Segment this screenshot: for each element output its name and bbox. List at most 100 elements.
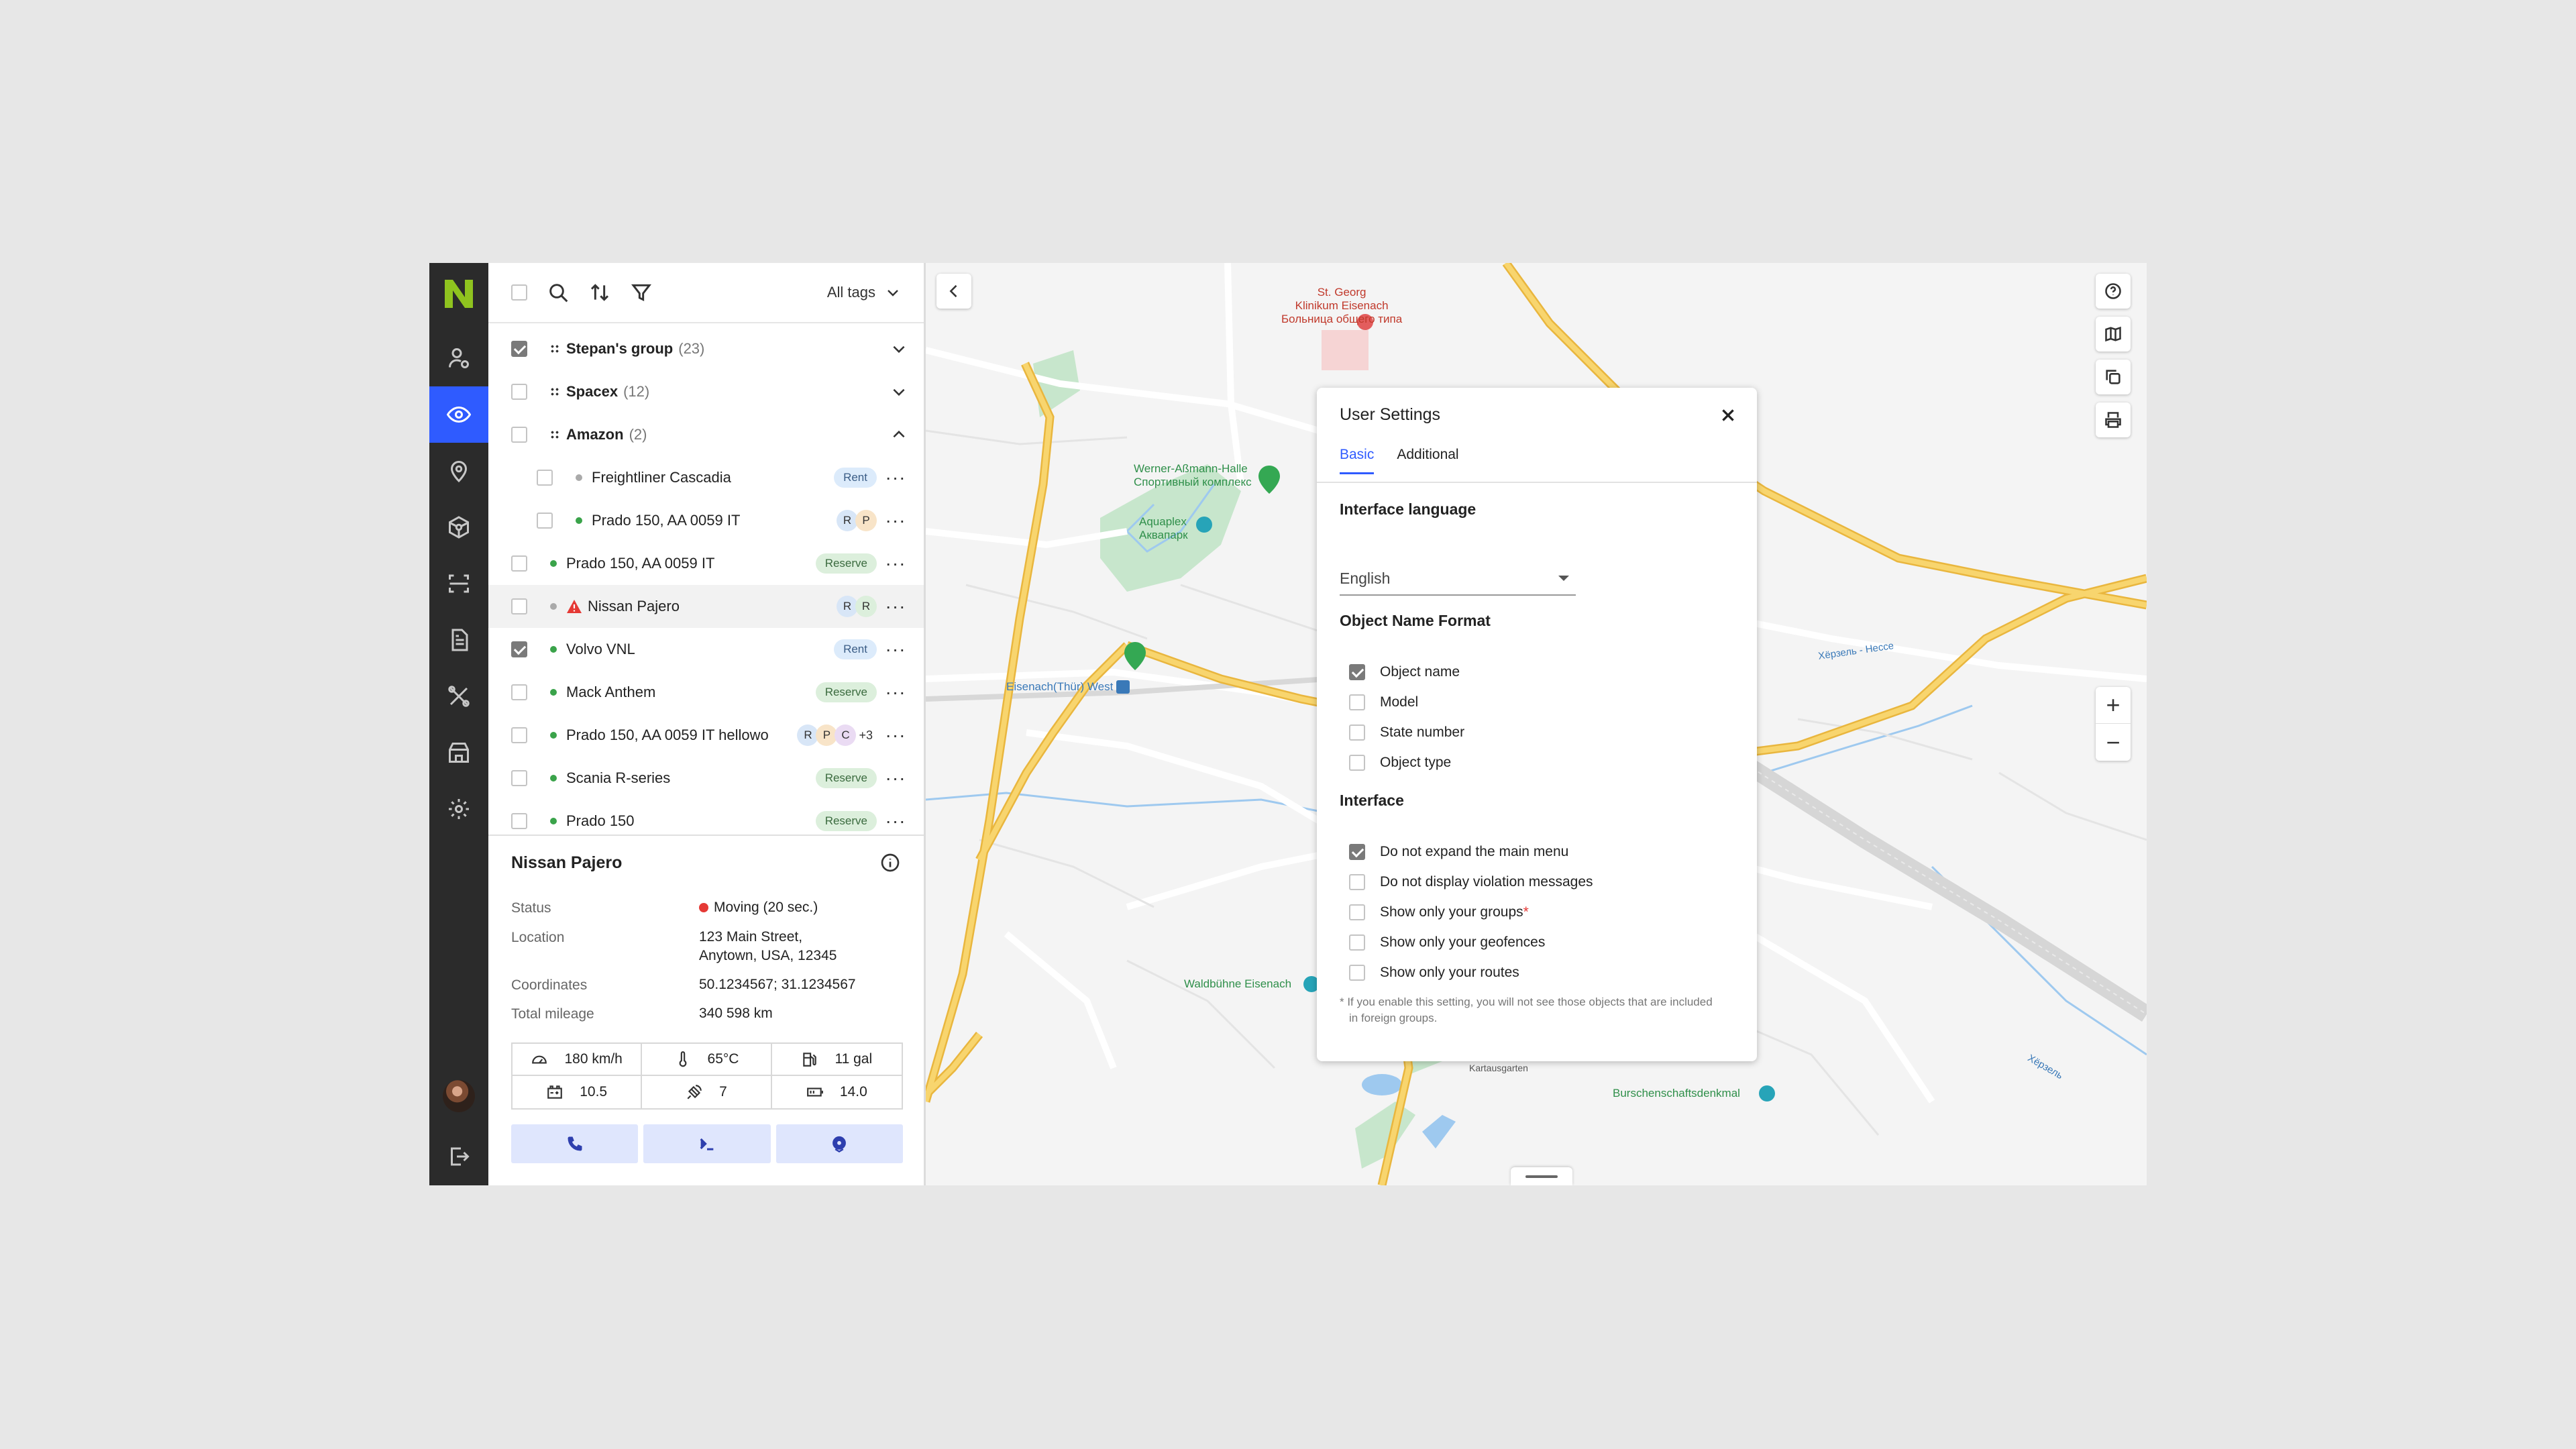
store-menu-item[interactable] <box>429 724 488 781</box>
group-checkbox[interactable] <box>511 341 527 357</box>
only-your-routes-checkbox[interactable] <box>1349 965 1365 981</box>
drag-handle-icon[interactable] <box>550 344 559 354</box>
bottom-drawer-handle[interactable] <box>1511 1167 1572 1185</box>
state-number-checkbox[interactable] <box>1349 724 1365 741</box>
expand-button[interactable] <box>890 383 908 400</box>
zoom-in-button[interactable]: + <box>2096 687 2131 724</box>
object-row[interactable]: Prado 150, AA 0059 IT R P ··· <box>488 499 924 542</box>
object-name: Prado 150 <box>566 812 635 829</box>
copy-button[interactable] <box>2096 360 2131 394</box>
do-not-expand-menu-checkbox[interactable] <box>1349 844 1365 860</box>
group-row[interactable]: Amazon (2) <box>488 413 924 456</box>
object-name-checkbox[interactable] <box>1349 664 1365 680</box>
object-checkbox[interactable] <box>511 555 527 572</box>
info-icon[interactable] <box>879 852 901 873</box>
object-checkbox[interactable] <box>511 641 527 657</box>
tab-additional[interactable]: Additional <box>1397 447 1458 474</box>
option-only-your-groups[interactable]: Show only your groups* <box>1349 904 1529 920</box>
location-value: 123 Main Street, Anytown, USA, 12345 <box>699 928 837 965</box>
only-your-groups-checkbox[interactable] <box>1349 904 1365 920</box>
settings-menu-item[interactable] <box>429 781 488 837</box>
object-row[interactable]: Volvo VNL Rent ··· <box>488 628 924 671</box>
object-row-selected[interactable]: Nissan Pajero R R ··· <box>488 585 924 628</box>
option-only-your-geofences[interactable]: Show only your geofences <box>1349 934 1545 951</box>
more-options-button[interactable]: ··· <box>883 554 908 573</box>
drag-handle-icon[interactable] <box>550 430 559 439</box>
group-count: (23) <box>678 340 705 357</box>
model-checkbox[interactable] <box>1349 694 1365 710</box>
map-label-kartausgarten: Kartausgarten <box>1469 1063 1528 1073</box>
command-button[interactable] <box>643 1124 771 1163</box>
tags-dropdown-label: All tags <box>826 284 875 301</box>
more-options-button[interactable]: ··· <box>883 597 908 616</box>
locate-button[interactable] <box>775 1124 903 1163</box>
hide-violations-checkbox[interactable] <box>1349 874 1365 890</box>
more-options-button[interactable]: ··· <box>883 640 908 659</box>
help-button[interactable] <box>2096 274 2131 309</box>
reports-menu-item[interactable] <box>429 612 488 668</box>
drivers-menu-item[interactable] <box>429 499 488 555</box>
collapse-panel-button[interactable] <box>936 274 971 309</box>
object-checkbox[interactable] <box>537 513 553 529</box>
scan-menu-item[interactable] <box>429 555 488 612</box>
more-options-button[interactable]: ··· <box>883 726 908 745</box>
object-row[interactable]: Prado 150 Reserve ··· <box>488 800 924 833</box>
group-checkbox[interactable] <box>511 384 527 400</box>
more-options-button[interactable]: ··· <box>883 468 908 487</box>
more-options-button[interactable]: ··· <box>883 511 908 530</box>
speed-stat: 180 km/h <box>513 1044 643 1076</box>
option-object-type[interactable]: Object type <box>1349 755 1451 771</box>
zoom-out-button[interactable]: − <box>2096 724 2131 761</box>
only-your-geofences-checkbox[interactable] <box>1349 934 1365 951</box>
object-row[interactable]: Prado 150, AA 0059 IT hellowo R P C +3 ·… <box>488 714 924 757</box>
fuel-stat: 11 gal <box>771 1044 902 1076</box>
close-icon[interactable] <box>1719 407 1737 424</box>
sort-button[interactable] <box>589 282 610 303</box>
logout-menu-item[interactable] <box>429 1128 488 1185</box>
group-checkbox[interactable] <box>511 427 527 443</box>
option-hide-violations[interactable]: Do not display violation messages <box>1349 874 1593 890</box>
fuel-pump-icon <box>803 1053 817 1067</box>
object-row[interactable]: Scania R-series Reserve ··· <box>488 757 924 800</box>
geofences-menu-item[interactable] <box>429 443 488 499</box>
drag-handle-icon[interactable] <box>550 387 559 396</box>
search-button[interactable] <box>547 282 569 303</box>
language-select[interactable]: English <box>1340 562 1576 596</box>
print-button[interactable] <box>2096 402 2131 437</box>
more-options-button[interactable]: ··· <box>883 812 908 830</box>
collapse-button[interactable] <box>890 426 908 443</box>
language-section-title: Interface language <box>1340 500 1477 518</box>
more-options-button[interactable]: ··· <box>883 683 908 702</box>
object-checkbox[interactable] <box>511 727 527 743</box>
object-checkbox[interactable] <box>511 684 527 700</box>
map-layers-button[interactable] <box>2096 317 2131 352</box>
object-checkbox[interactable] <box>511 770 527 786</box>
object-type-checkbox[interactable] <box>1349 755 1365 771</box>
filter-button[interactable] <box>631 282 652 303</box>
group-row[interactable]: Stepan's group (23) <box>488 327 924 370</box>
option-object-name[interactable]: Object name <box>1349 664 1460 680</box>
object-row[interactable]: Prado 150, AA 0059 IT Reserve ··· <box>488 542 924 585</box>
map-view[interactable]: St. Georg Klinikum Eisenach Больница общ… <box>926 263 2147 1185</box>
tab-basic[interactable]: Basic <box>1340 447 1375 474</box>
battery-stat: 10.5 <box>513 1076 643 1108</box>
user-avatar[interactable] <box>443 1080 475 1112</box>
call-button[interactable] <box>511 1124 639 1163</box>
object-row[interactable]: Mack Anthem Reserve ··· <box>488 671 924 714</box>
tags-dropdown[interactable]: All tags <box>827 284 901 301</box>
option-state-number[interactable]: State number <box>1349 724 1464 741</box>
more-options-button[interactable]: ··· <box>883 769 908 788</box>
object-checkbox[interactable] <box>537 470 553 486</box>
users-menu-item[interactable] <box>429 330 488 386</box>
tools-menu-item[interactable] <box>429 668 488 724</box>
object-row[interactable]: Freightliner Cascadia Rent ··· <box>488 456 924 499</box>
object-checkbox[interactable] <box>511 813 527 829</box>
object-checkbox[interactable] <box>511 598 527 614</box>
select-all-checkbox[interactable] <box>511 284 527 301</box>
expand-button[interactable] <box>890 340 908 358</box>
option-model[interactable]: Model <box>1349 694 1418 710</box>
option-only-your-routes[interactable]: Show only your routes <box>1349 965 1519 981</box>
group-row[interactable]: Spacex (12) <box>488 370 924 413</box>
option-do-not-expand-menu[interactable]: Do not expand the main menu <box>1349 844 1568 860</box>
monitoring-menu-item[interactable] <box>429 386 488 443</box>
